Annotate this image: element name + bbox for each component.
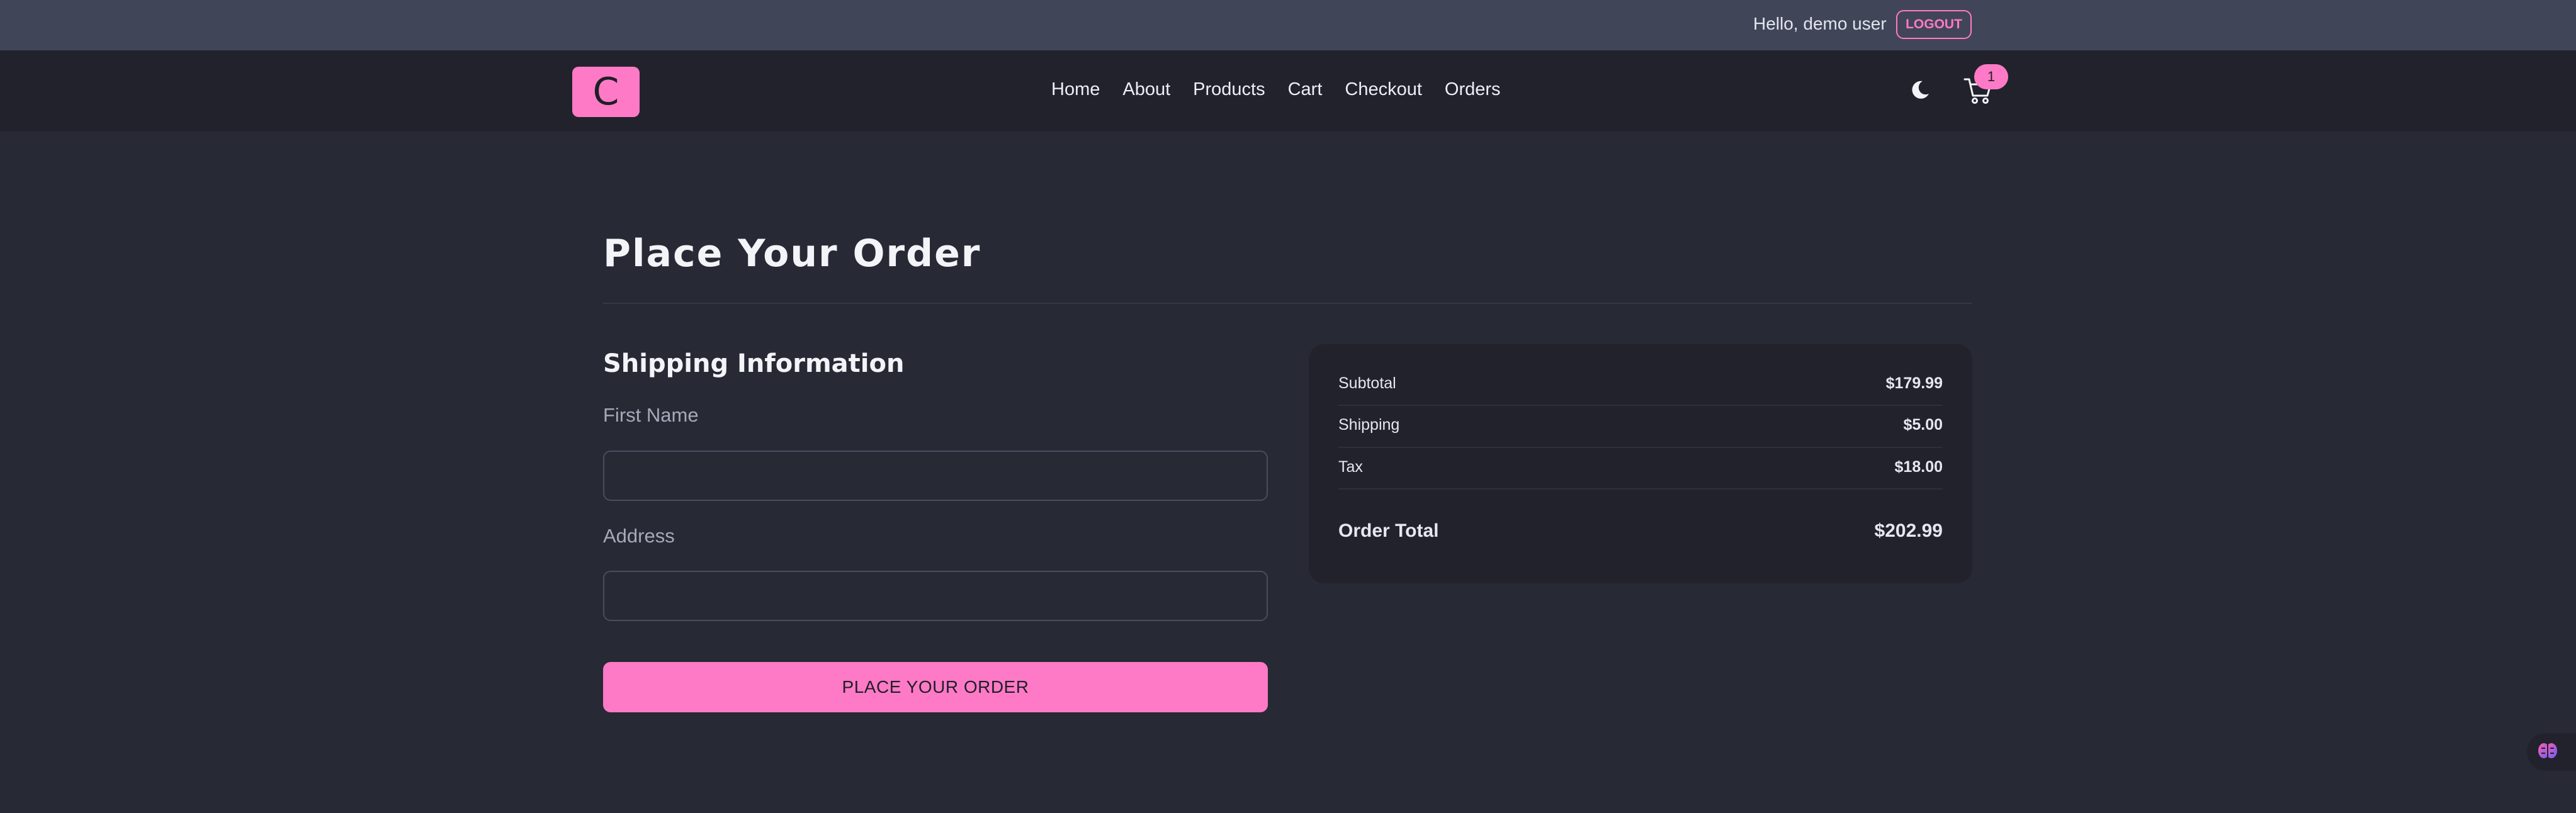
summary-row-total: Order Total $202.99 bbox=[1338, 520, 1943, 542]
nav-link-home[interactable]: Home bbox=[1051, 79, 1100, 100]
cart-count-badge: 1 bbox=[1974, 64, 2008, 89]
nav-link-checkout[interactable]: Checkout bbox=[1345, 79, 1422, 100]
place-order-button[interactable]: PLACE YOUR ORDER bbox=[603, 662, 1268, 712]
user-greeting: Hello, demo user bbox=[1753, 14, 1887, 33]
logo-home-link[interactable]: C bbox=[572, 67, 640, 117]
nav-link-products[interactable]: Products bbox=[1193, 79, 1265, 100]
page-title: Place Your Order bbox=[603, 232, 981, 276]
first-name-field[interactable] bbox=[603, 451, 1268, 501]
subtotal-label: Subtotal bbox=[1338, 374, 1396, 392]
first-name-label: First Name bbox=[603, 404, 699, 426]
order-summary-card: Subtotal $179.99 Shipping $5.00 Tax $18.… bbox=[1309, 344, 1972, 583]
address-label: Address bbox=[603, 525, 675, 547]
title-divider bbox=[603, 303, 1972, 304]
summary-divider bbox=[1338, 447, 1943, 448]
tax-value: $18.00 bbox=[1894, 458, 1943, 476]
shipping-label: Shipping bbox=[1338, 416, 1400, 434]
summary-divider bbox=[1338, 488, 1943, 490]
shipping-section-title: Shipping Information bbox=[603, 349, 905, 378]
moon-icon[interactable] bbox=[1909, 79, 1931, 101]
nav-links: Home About Products Cart Checkout Orders bbox=[1051, 79, 1523, 100]
summary-row-shipping: Shipping $5.00 bbox=[1338, 416, 1943, 434]
shipping-value: $5.00 bbox=[1903, 416, 1943, 434]
summary-row-tax: Tax $18.00 bbox=[1338, 458, 1943, 476]
summary-divider bbox=[1338, 405, 1943, 406]
address-field[interactable] bbox=[603, 571, 1268, 621]
logout-button[interactable]: LOGOUT bbox=[1896, 10, 1972, 39]
main-navbar: C Home About Products Cart Checkout Orde… bbox=[0, 50, 2576, 132]
tax-label: Tax bbox=[1338, 458, 1363, 476]
subtotal-value: $179.99 bbox=[1885, 374, 1943, 392]
order-total-label: Order Total bbox=[1338, 520, 1439, 541]
nav-link-orders[interactable]: Orders bbox=[1445, 79, 1501, 100]
order-total-value: $202.99 bbox=[1874, 520, 1943, 541]
brain-icon bbox=[2537, 740, 2558, 765]
summary-row-subtotal: Subtotal $179.99 bbox=[1338, 374, 1943, 393]
assistant-widget-button[interactable] bbox=[2527, 733, 2576, 771]
top-utility-bar: Hello, demo user LOGOUT bbox=[0, 0, 2576, 50]
nav-link-cart[interactable]: Cart bbox=[1288, 79, 1323, 100]
nav-link-about[interactable]: About bbox=[1122, 79, 1170, 100]
